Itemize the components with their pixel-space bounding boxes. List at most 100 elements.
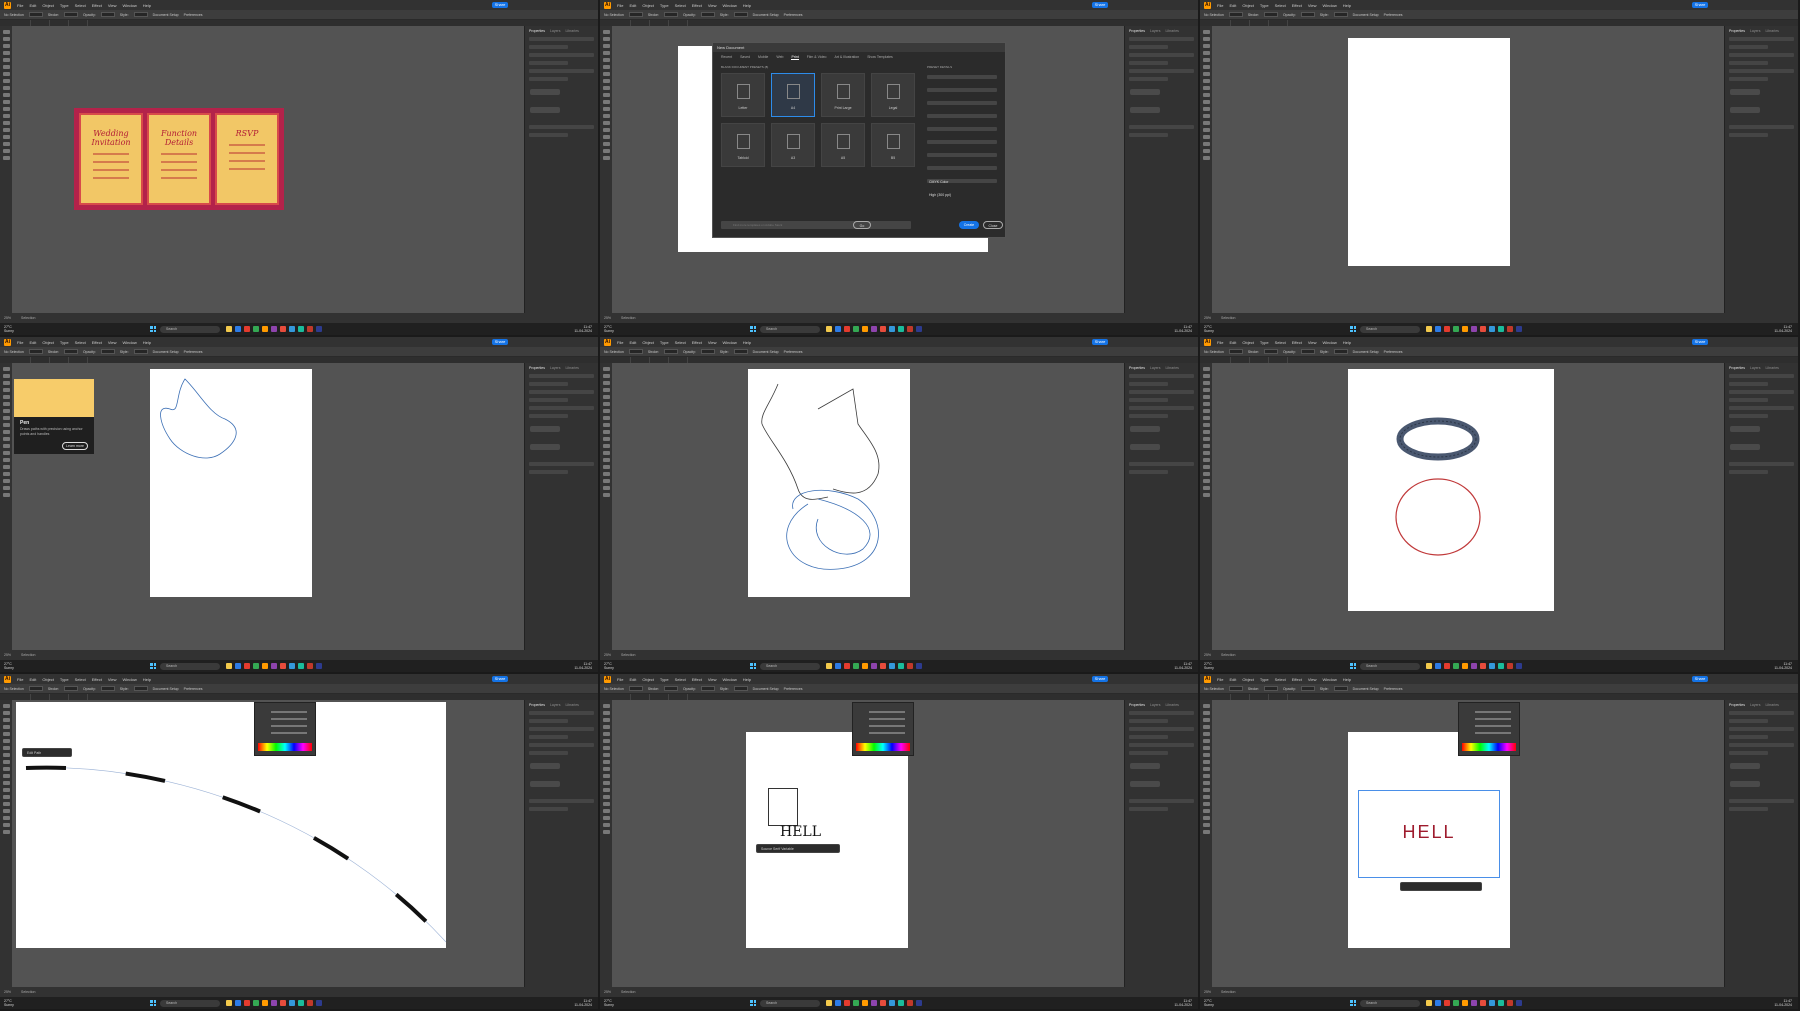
taskbar-app-icon[interactable] xyxy=(1471,663,1477,669)
dialog-tab[interactable]: Film & Video xyxy=(807,55,827,60)
menu-help[interactable]: Help xyxy=(743,3,751,8)
taskbar-clock[interactable]: 11:47 11-04-2024 xyxy=(1774,999,1792,1007)
paintbrush-tool-icon[interactable] xyxy=(1202,86,1210,90)
taskbar-search[interactable]: Search xyxy=(1360,325,1420,333)
stroke-weight-field[interactable] xyxy=(1263,349,1278,354)
menu-view[interactable]: View xyxy=(1308,677,1317,682)
hand-tool-icon[interactable] xyxy=(602,149,610,153)
rotate-tool-icon[interactable] xyxy=(602,781,610,785)
taskbar-app-icon[interactable] xyxy=(298,326,304,332)
magic-wand-tool-icon[interactable] xyxy=(1202,718,1210,722)
fill-swatch[interactable] xyxy=(28,349,43,354)
rotate-tool-icon[interactable] xyxy=(2,781,10,785)
menu-effect[interactable]: Effect xyxy=(92,3,102,8)
document-setup-button[interactable]: Document Setup xyxy=(1353,687,1379,691)
opacity-field[interactable] xyxy=(1300,349,1315,354)
dialog-tab[interactable]: Show Templates xyxy=(867,55,893,60)
share-button[interactable]: Share xyxy=(1092,2,1108,8)
taskbar-app-icon[interactable] xyxy=(853,326,859,332)
panel-preferences-button[interactable] xyxy=(530,444,560,450)
pencil-tool-icon[interactable] xyxy=(1202,93,1210,97)
windows-start-icon[interactable] xyxy=(1350,663,1356,669)
color-slider[interactable] xyxy=(1475,711,1511,713)
eraser-tool-icon[interactable] xyxy=(602,100,610,104)
taskbar-app-icon[interactable] xyxy=(298,663,304,669)
menu-object[interactable]: Object xyxy=(1242,677,1254,682)
menu-file[interactable]: File xyxy=(617,3,623,8)
scale-tool-icon[interactable] xyxy=(602,451,610,455)
line-tool-icon[interactable] xyxy=(602,72,610,76)
menu-file[interactable]: File xyxy=(17,677,23,682)
tab-layers[interactable]: Layers xyxy=(550,29,561,33)
eraser-tool-icon[interactable] xyxy=(1202,774,1210,778)
opacity-field[interactable] xyxy=(700,12,715,17)
panel-document-setup-button[interactable] xyxy=(1130,763,1160,769)
taskbar-app-icon[interactable] xyxy=(889,1000,895,1006)
taskbar-app-icon[interactable] xyxy=(907,326,913,332)
paintbrush-tool-icon[interactable] xyxy=(2,423,10,427)
zoom-level[interactable]: 25% xyxy=(4,653,11,657)
taskbar-app-icon[interactable] xyxy=(1507,1000,1513,1006)
hand-tool-icon[interactable] xyxy=(2,823,10,827)
taskbar-app-icon[interactable] xyxy=(907,663,913,669)
menu-file[interactable]: File xyxy=(1217,3,1223,8)
share-button[interactable]: Share xyxy=(1692,676,1708,682)
tab-libraries[interactable]: Libraries xyxy=(1165,29,1178,33)
tab-libraries[interactable]: Libraries xyxy=(1765,29,1778,33)
tab-libraries[interactable]: Libraries xyxy=(1165,703,1178,707)
rotate-tool-icon[interactable] xyxy=(2,107,10,111)
share-button[interactable]: Share xyxy=(492,2,508,8)
hand-tool-icon[interactable] xyxy=(602,823,610,827)
canvas-area[interactable]: Pen Draws paths with precision using anch… xyxy=(12,363,524,650)
taskbar-app-icon[interactable] xyxy=(862,663,868,669)
paintbrush-tool-icon[interactable] xyxy=(2,760,10,764)
tab-properties[interactable]: Properties xyxy=(529,366,545,370)
document-setup-button[interactable]: Document Setup xyxy=(753,13,779,17)
width-tool-icon[interactable] xyxy=(1202,458,1210,462)
hand-tool-icon[interactable] xyxy=(2,486,10,490)
opacity-field[interactable] xyxy=(100,686,115,691)
style-picker[interactable] xyxy=(1333,12,1348,17)
taskbar-clock[interactable]: 11:47 11-04-2024 xyxy=(574,999,592,1007)
scale-tool-icon[interactable] xyxy=(1202,788,1210,792)
opacity-field[interactable] xyxy=(100,12,115,17)
fill-swatch[interactable] xyxy=(628,349,643,354)
invitation-artwork[interactable]: Wedding Invitation Function Details RSVP xyxy=(74,108,284,210)
gradient-tool-icon[interactable] xyxy=(602,472,610,476)
menu-object[interactable]: Object xyxy=(1242,340,1254,345)
menu-help[interactable]: Help xyxy=(143,677,151,682)
width-tool-icon[interactable] xyxy=(2,121,10,125)
menu-edit[interactable]: Edit xyxy=(29,340,36,345)
taskbar-app-icon[interactable] xyxy=(1462,326,1468,332)
magic-wand-tool-icon[interactable] xyxy=(2,381,10,385)
curvature-tool-icon[interactable] xyxy=(2,58,10,62)
taskbar-app-icon[interactable] xyxy=(298,1000,304,1006)
menu-window[interactable]: Window xyxy=(122,3,136,8)
taskbar-app-icon[interactable] xyxy=(898,663,904,669)
menu-type[interactable]: Type xyxy=(1260,340,1269,345)
taskbar-search[interactable]: Search xyxy=(160,325,220,333)
color-mode-value[interactable]: CMYK Color xyxy=(929,180,948,184)
weather-widget[interactable]: 27°C Sunny xyxy=(604,999,614,1007)
menu-view[interactable]: View xyxy=(108,677,117,682)
menu-select[interactable]: Select xyxy=(75,340,86,345)
menu-effect[interactable]: Effect xyxy=(1292,3,1302,8)
illustrator-app-icon[interactable]: Ai xyxy=(604,338,611,346)
menu-type[interactable]: Type xyxy=(60,340,69,345)
opacity-field[interactable] xyxy=(1300,686,1315,691)
preset-tabloid[interactable]: Tabloid xyxy=(721,123,765,167)
tab-properties[interactable]: Properties xyxy=(529,703,545,707)
menu-type[interactable]: Type xyxy=(660,677,669,682)
preset-legal[interactable]: Legal xyxy=(871,73,915,117)
opacity-field[interactable] xyxy=(100,349,115,354)
line-tool-icon[interactable] xyxy=(602,409,610,413)
menu-window[interactable]: Window xyxy=(1322,677,1336,682)
paintbrush-tool-icon[interactable] xyxy=(602,423,610,427)
panel-preferences-button[interactable] xyxy=(1730,781,1760,787)
direct-selection-tool-icon[interactable] xyxy=(2,37,10,41)
gradient-tool-icon[interactable] xyxy=(1202,809,1210,813)
curvature-tool-icon[interactable] xyxy=(602,732,610,736)
menu-window[interactable]: Window xyxy=(122,340,136,345)
taskbar-app-icon[interactable] xyxy=(1444,663,1450,669)
artboard[interactable] xyxy=(1348,38,1510,266)
